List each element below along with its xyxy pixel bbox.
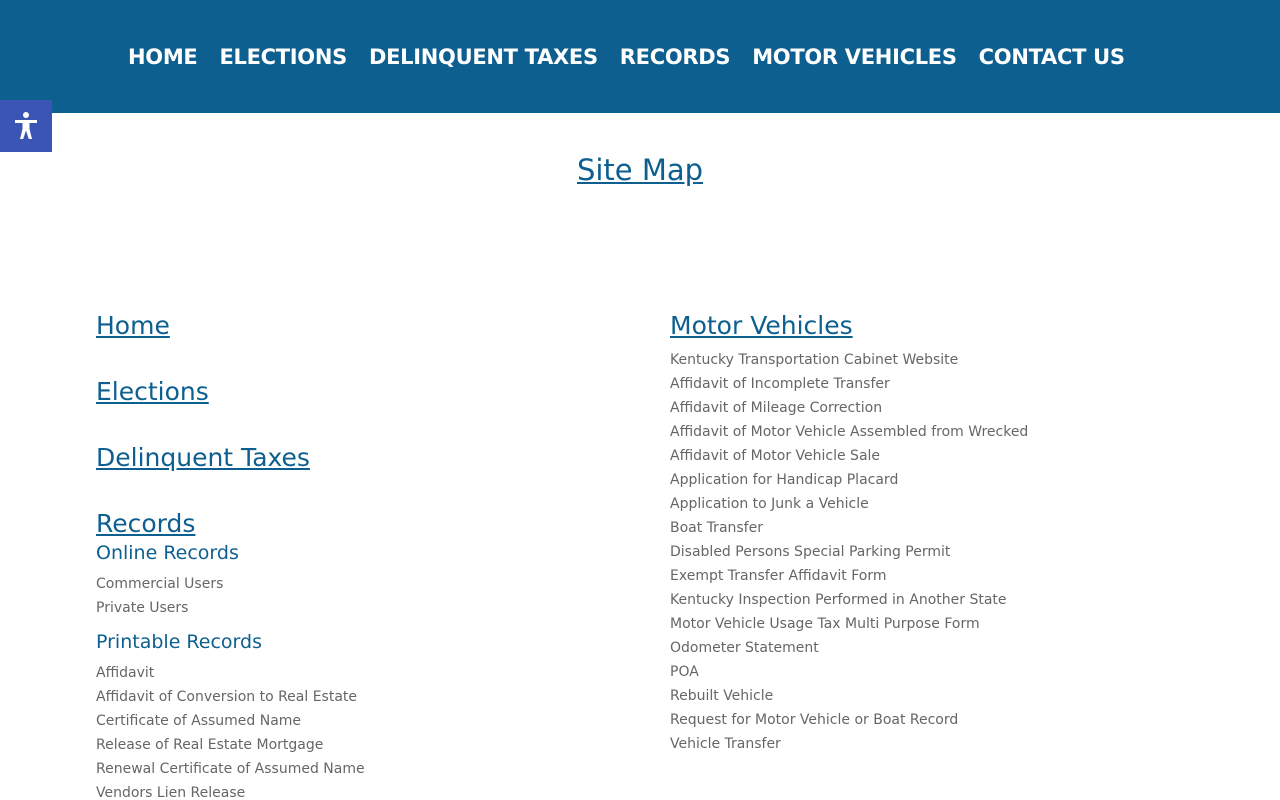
sitemap-home-link[interactable]: Home <box>96 307 636 345</box>
list-item[interactable]: Release of Real Estate Mortgage <box>96 733 636 757</box>
sitemap-delinquent-taxes-link[interactable]: Delinquent Taxes <box>96 439 636 477</box>
nav-contact-us[interactable]: CONTACT US <box>979 42 1125 72</box>
list-item[interactable]: Boat Transfer <box>670 516 1210 540</box>
online-records-heading: Online Records <box>96 542 239 564</box>
list-item[interactable]: Affidavit <box>96 661 636 685</box>
list-item[interactable]: Application to Junk a Vehicle <box>670 492 1210 516</box>
list-item[interactable]: Private Users <box>96 596 636 620</box>
nav-delinquent-taxes[interactable]: DELINQUENT TAXES <box>369 42 598 72</box>
nav-records[interactable]: RECORDS <box>620 42 731 72</box>
list-item[interactable]: Exempt Transfer Affidavit Form <box>670 564 1210 588</box>
list-item[interactable]: Affidavit of Incomplete Transfer <box>670 372 1210 396</box>
list-item[interactable]: Application for Handicap Placard <box>670 468 1210 492</box>
nav-elections[interactable]: ELECTIONS <box>219 42 347 72</box>
list-item[interactable]: Commercial Users <box>96 572 636 596</box>
nav-home[interactable]: HOME <box>128 42 198 72</box>
accessibility-icon <box>15 112 37 139</box>
list-item[interactable]: Certificate of Assumed Name <box>96 709 636 733</box>
list-item[interactable]: Kentucky Inspection Performed in Another… <box>670 588 1210 612</box>
list-item[interactable]: Kentucky Transportation Cabinet Website <box>670 348 1210 372</box>
list-item[interactable]: Request for Motor Vehicle or Boat Record <box>670 708 1210 732</box>
nav-motor-vehicles[interactable]: MOTOR VEHICLES <box>752 42 957 72</box>
list-item[interactable]: Motor Vehicle Usage Tax Multi Purpose Fo… <box>670 612 1210 636</box>
list-item[interactable]: Affidavit of Motor Vehicle Sale <box>670 444 1210 468</box>
list-item[interactable]: Vendors Lien Release <box>96 781 636 800</box>
printable-records-heading: Printable Records <box>96 631 262 653</box>
page-title-wrap: Site Map <box>0 150 1280 190</box>
list-item[interactable]: Renewal Certificate of Assumed Name <box>96 757 636 781</box>
list-item[interactable]: Affidavit of Motor Vehicle Assembled fro… <box>670 420 1210 444</box>
accessibility-toolbar-button[interactable] <box>0 100 52 152</box>
sitemap-records-link[interactable]: Records <box>96 505 636 543</box>
main-nav: HOME ELECTIONS DELINQUENT TAXES RECORDS … <box>128 42 1147 72</box>
list-item[interactable]: Disabled Persons Special Parking Permit <box>670 540 1210 564</box>
sitemap-left-column: Home Elections Delinquent Taxes Records … <box>96 307 636 800</box>
list-item[interactable]: Vehicle Transfer <box>670 732 1210 756</box>
list-item[interactable]: Affidavit of Mileage Correction <box>670 396 1210 420</box>
top-navigation-bar: HOME ELECTIONS DELINQUENT TAXES RECORDS … <box>0 0 1280 113</box>
list-item[interactable]: POA <box>670 660 1210 684</box>
list-item[interactable]: Odometer Statement <box>670 636 1210 660</box>
sitemap-right-column: Motor Vehicles Kentucky Transportation C… <box>670 307 1210 756</box>
list-item[interactable]: Rebuilt Vehicle <box>670 684 1210 708</box>
list-item[interactable]: Affidavit of Conversion to Real Estate <box>96 685 636 709</box>
page-title[interactable]: Site Map <box>577 153 703 187</box>
sitemap-motor-vehicles-link[interactable]: Motor Vehicles <box>670 307 1210 345</box>
sitemap-elections-link[interactable]: Elections <box>96 373 636 411</box>
